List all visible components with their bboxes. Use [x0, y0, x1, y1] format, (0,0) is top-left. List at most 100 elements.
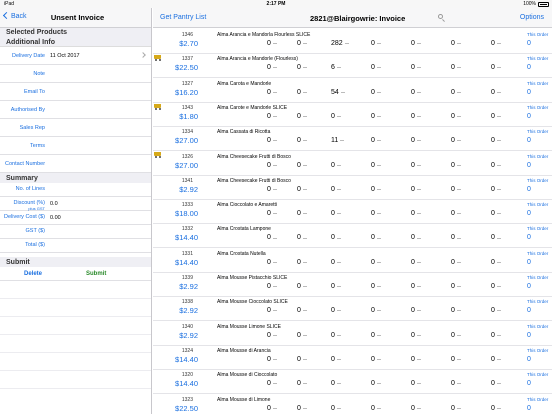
product-row[interactable]: 1334 $27.00 Alma Cassata di Ricotta 0 0 11 0 0 0… [153, 127, 552, 152]
summary-row[interactable]: GST ($) [0, 225, 151, 239]
info-row[interactable]: Email To [0, 83, 151, 101]
this-order-value[interactable]: 0 [527, 380, 531, 387]
quantity-cell[interactable]: 0 [411, 40, 451, 47]
product-row[interactable]: 1340 $2.92 Alma Mousse Limone SLICE 0 0 0 0 0 0 0… [153, 322, 552, 346]
quantity-cell[interactable]: 0 [451, 137, 491, 144]
search-icon[interactable] [438, 14, 443, 19]
this-order-value[interactable]: 0 [527, 234, 531, 241]
this-order-value[interactable]: 0 [527, 64, 531, 71]
this-order-value[interactable]: 0 [527, 89, 531, 96]
quantity-cell[interactable]: 0 [451, 307, 491, 314]
summary-row[interactable]: Delivery Cost ($) 0.00 [0, 211, 151, 225]
quantity-cell[interactable]: 0 [411, 162, 451, 169]
quantity-cell[interactable]: 0 [491, 40, 531, 47]
options-button[interactable]: Options [520, 14, 544, 21]
section-selected-products[interactable]: Selected Products [0, 28, 151, 37]
quantity-cell[interactable]: 0 [491, 332, 531, 339]
info-row[interactable]: Delivery Date 11 Oct 2017 [0, 47, 151, 65]
quantity-cell[interactable]: 0 [451, 283, 491, 290]
quantity-cell[interactable]: 0 [451, 356, 491, 363]
quantity-cell[interactable]: 0 [451, 332, 491, 339]
product-row[interactable]: 1337 $22.50 Alma Arancia e Mandorle (Flour… [153, 54, 552, 79]
this-order-value[interactable]: 0 [527, 113, 531, 120]
product-row[interactable]: 1326 $27.00 Alma Cheesecake Frutti di Bosc… [153, 152, 552, 176]
quantity-cell[interactable]: 0 [451, 259, 491, 266]
quantity-cell[interactable]: 0 [411, 332, 451, 339]
quantity-cell[interactable]: 0 [371, 234, 411, 241]
quantity-cell[interactable]: 0 [451, 210, 491, 217]
quantity-cell[interactable]: 0 [331, 307, 371, 314]
info-row[interactable]: Sales Rep [0, 119, 151, 137]
quantity-cell[interactable]: 0 [331, 210, 371, 217]
product-row[interactable]: 1320 $14.40 Alma Mousse di Cioccolato 0 0 0 0 0… [153, 370, 552, 395]
quantity-cell[interactable]: 0 [491, 137, 531, 144]
quantity-cell[interactable]: 0 [371, 89, 411, 96]
quantity-cell[interactable]: 0 [411, 64, 451, 71]
get-pantry-list-button[interactable]: Get Pantry List [160, 14, 206, 21]
quantity-cell[interactable]: 11 [331, 137, 371, 144]
quantity-cell[interactable]: 0 [371, 186, 411, 193]
quantity-cell[interactable]: 0 [411, 210, 451, 217]
quantity-cell[interactable]: 0 [491, 162, 531, 169]
quantity-cell[interactable]: 0 [491, 113, 531, 120]
info-row[interactable]: Authorised By [0, 101, 151, 119]
quantity-cell[interactable]: 0 [331, 380, 371, 387]
quantity-cell[interactable]: 282 [331, 40, 371, 47]
info-row[interactable]: Note [0, 65, 151, 83]
product-row[interactable]: 1324 $14.40 Alma Mousse di Arancia 0 0 0 0 0 0 0 T… [153, 346, 552, 370]
summary-row[interactable]: Total ($) [0, 239, 151, 253]
delete-button[interactable]: Delete [24, 271, 42, 277]
this-order-value[interactable]: 0 [527, 259, 531, 266]
this-order-value[interactable]: 0 [527, 186, 531, 193]
product-row[interactable]: 1323 $22.50 Alma Mousse di Limone 0 0 0 0 0 0 0 Th… [153, 395, 552, 414]
this-order-value[interactable]: 0 [527, 210, 531, 217]
quantity-cell[interactable]: 0 [491, 356, 531, 363]
info-row[interactable]: Terms [0, 137, 151, 155]
quantity-cell[interactable]: 0 [491, 405, 531, 412]
quantity-cell[interactable]: 0 [491, 380, 531, 387]
product-row[interactable]: 1333 $18.00 Alma Cioccolato e Amaretti 0 0 0 0… [153, 200, 552, 225]
quantity-cell[interactable]: 0 [331, 113, 371, 120]
quantity-cell[interactable]: 0 [491, 283, 531, 290]
quantity-cell[interactable]: 0 [371, 210, 411, 217]
this-order-value[interactable]: 0 [527, 307, 531, 314]
this-order-value[interactable]: 0 [527, 405, 531, 412]
product-row[interactable]: 1343 $1.80 Alma Carote e Mandorle SLICE 0 0 0… [153, 103, 552, 127]
summary-row[interactable]: Discount (%) plus GST 0.0 [0, 197, 151, 211]
quantity-cell[interactable]: 6 [331, 64, 371, 71]
quantity-cell[interactable]: 0 [331, 356, 371, 363]
quantity-cell[interactable]: 0 [371, 405, 411, 412]
product-row[interactable]: 1327 $16.20 Alma Carota e Mandorle 0 0 54 0 0 0 0… [153, 79, 552, 103]
product-row[interactable]: 1338 $2.92 Alma Mousse Cioccolato SLICE 0 0 0… [153, 297, 552, 322]
quantity-cell[interactable]: 0 [491, 89, 531, 96]
quantity-cell[interactable]: 0 [331, 259, 371, 266]
quantity-cell[interactable]: 0 [491, 64, 531, 71]
quantity-cell[interactable]: 0 [371, 113, 411, 120]
quantity-cell[interactable]: 0 [491, 307, 531, 314]
submit-button[interactable]: Submit [86, 271, 106, 277]
quantity-cell[interactable]: 0 [451, 405, 491, 412]
quantity-cell[interactable]: 0 [411, 356, 451, 363]
product-row[interactable]: 1332 $14.40 Alma Crostata Lampone 0 0 0 0 0 0 0 Th… [153, 224, 552, 249]
quantity-cell[interactable]: 0 [411, 380, 451, 387]
product-row[interactable]: 1346 $2.70 Alma Arancia e Mandorla Flourle… [153, 30, 552, 54]
quantity-cell[interactable]: 0 [411, 283, 451, 290]
quantity-cell[interactable]: 0 [411, 89, 451, 96]
quantity-cell[interactable]: 0 [371, 64, 411, 71]
quantity-cell[interactable]: 0 [331, 332, 371, 339]
quantity-cell[interactable]: 0 [451, 162, 491, 169]
quantity-cell[interactable]: 0 [331, 186, 371, 193]
this-order-value[interactable]: 0 [527, 40, 531, 47]
quantity-cell[interactable]: 0 [491, 234, 531, 241]
quantity-cell[interactable]: 0 [491, 259, 531, 266]
quantity-cell[interactable]: 0 [411, 259, 451, 266]
quantity-cell[interactable]: 0 [411, 113, 451, 120]
quantity-cell[interactable]: 0 [371, 283, 411, 290]
quantity-cell[interactable]: 0 [451, 40, 491, 47]
this-order-value[interactable]: 0 [527, 283, 531, 290]
quantity-cell[interactable]: 0 [451, 113, 491, 120]
product-row[interactable]: 1331 $14.40 Alma Crostata Nutella 0 0 0 0 0 0 0 Th… [153, 249, 552, 273]
product-row[interactable]: 1339 $2.92 Alma Mousse Pistacchio SLICE 0 0 0… [153, 273, 552, 297]
quantity-cell[interactable]: 0 [371, 259, 411, 266]
quantity-cell[interactable]: 0 [411, 405, 451, 412]
